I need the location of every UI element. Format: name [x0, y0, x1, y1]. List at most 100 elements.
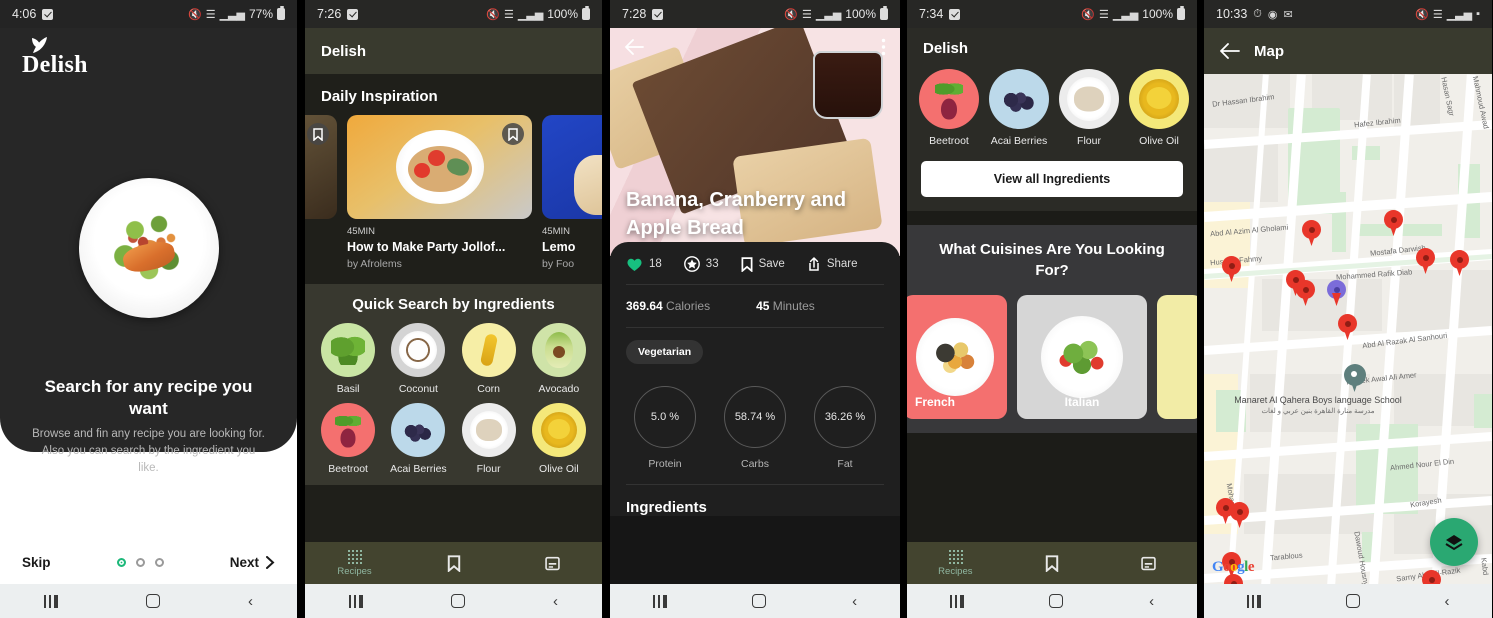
map-pin[interactable] [1338, 314, 1357, 340]
map-pin[interactable] [1222, 256, 1241, 282]
recents-icon[interactable] [652, 594, 667, 608]
nav-item-recipes[interactable]: Recipes [907, 549, 1004, 577]
onboarding-title: Search for any recipe you want [44, 377, 253, 418]
page-dot-1[interactable] [116, 558, 126, 567]
recipe-card[interactable]: 45MIN o Hu... [305, 115, 337, 270]
recents-icon[interactable] [349, 594, 363, 608]
like-button[interactable]: 18 [626, 257, 662, 272]
macro-ring: 5.0 % [634, 386, 696, 448]
ingredient-item-flour[interactable]: Flour [454, 403, 524, 475]
nav-label-recipes: Recipes [938, 566, 973, 577]
home-icon[interactable] [146, 594, 160, 608]
map-pin[interactable] [1422, 570, 1441, 584]
ingredient-item-corn[interactable]: Corn [454, 323, 524, 395]
nav-item-saved[interactable] [1004, 554, 1101, 572]
battery-percent: 100% [547, 7, 578, 21]
nav-item-saved[interactable] [404, 554, 503, 572]
cuisine-card-french[interactable]: French [907, 295, 1007, 419]
ingredient-strip[interactable]: Beetroot Acai Berries Flour Olive Oil [907, 65, 1197, 147]
back-icon[interactable]: ‹ [1445, 593, 1450, 610]
nav-item-planner[interactable] [503, 555, 602, 571]
nav-item-planner[interactable] [1100, 555, 1197, 571]
recipe-scroll[interactable]: Banana, Cranberry and Apple Bread 18 33 … [610, 28, 900, 584]
cuisines-title: What Cuisines Are You Looking For? [939, 241, 1165, 279]
map-pin[interactable] [1302, 220, 1321, 246]
map-canvas[interactable]: Dr Hassan Ibrahim Hafez Ibrahim Hasan Sa… [1204, 74, 1492, 584]
overflow-menu-icon[interactable] [881, 38, 886, 56]
share-button[interactable]: Share [807, 256, 858, 272]
cuisine-card-next[interactable] [1157, 295, 1197, 419]
back-icon[interactable]: ‹ [1149, 593, 1154, 610]
recents-icon[interactable] [44, 594, 58, 608]
home-icon[interactable] [1049, 594, 1064, 608]
ingredient-item-avocado[interactable]: Avocado [524, 323, 594, 395]
onboarding-body: Delish Search for any recipe you want Br… [0, 28, 297, 584]
recipe-card[interactable]: 45MIN How to Make Party Jollof... by Afr… [347, 115, 532, 270]
ingredient-item-coconut[interactable]: Coconut [383, 323, 453, 395]
map-pin-poi[interactable] [1344, 364, 1366, 394]
ingredient-label: Olive Oil [1139, 135, 1179, 147]
map-pin[interactable] [1296, 280, 1315, 306]
bottom-nav[interactable]: Recipes [907, 542, 1197, 584]
time-unit: Minutes [772, 299, 815, 313]
wifi-icon: ☰ [802, 8, 812, 21]
recipe-card[interactable]: 45MIN Lemo by Foo [542, 115, 602, 270]
back-arrow-icon[interactable] [1220, 43, 1240, 59]
ingredient-label: Beetroot [929, 135, 969, 147]
save-button[interactable]: Save [741, 256, 785, 272]
home-icon[interactable] [752, 594, 767, 608]
status-bar: 7:34 🔇 ☰ ▁▃▅ 100% [907, 0, 1197, 28]
ingredient-item-acai-berries[interactable]: Acai Berries [989, 69, 1049, 147]
recipe-hero-image: Banana, Cranberry and Apple Bread [610, 28, 900, 256]
skip-button[interactable]: Skip [22, 555, 51, 570]
battery-icon [1177, 6, 1185, 20]
ingredient-item-acai-berries[interactable]: Acai Berries [383, 403, 453, 475]
nav-item-recipes[interactable]: Recipes [305, 549, 404, 577]
back-icon[interactable]: ‹ [852, 593, 857, 610]
ingredient-item-beetroot[interactable]: Beetroot [313, 403, 383, 475]
home-icon[interactable] [1345, 594, 1360, 608]
cuisine-card-italian[interactable]: Italian [1017, 295, 1147, 419]
screenshot-strip: 4:06 🔇 ☰ ▁▃▅ 77% Delish Search for any r… [0, 0, 1493, 618]
bookmark-icon[interactable] [502, 123, 524, 145]
ingredient-grid[interactable]: Basil Coconut Corn Avocado Beetroot Acai… [305, 323, 602, 475]
ingredient-item-basil[interactable]: Basil [313, 323, 383, 395]
page-dot-2[interactable] [135, 558, 145, 567]
home-icon[interactable] [451, 594, 465, 608]
next-button[interactable]: Next [230, 555, 275, 570]
back-icon[interactable]: ‹ [248, 593, 253, 610]
recipe-author: by Afrolems [347, 258, 402, 270]
map-pin-selected[interactable] [1327, 280, 1346, 306]
rating-button[interactable]: 33 [683, 256, 719, 272]
recents-icon[interactable] [1246, 594, 1261, 608]
recipe-title: How to Make Party Jollof... [347, 240, 506, 254]
macro-carbs: 58.74 % Carbs [724, 386, 786, 470]
map-pin[interactable] [1384, 210, 1403, 236]
ingredient-section: Delish Beetroot Acai Berries Flour Olive… [907, 28, 1197, 211]
cuisine-carousel[interactable]: French Italian [907, 295, 1197, 433]
discover-scroll[interactable]: Delish Beetroot Acai Berries Flour Olive… [907, 28, 1197, 542]
ingredient-image [1129, 69, 1189, 129]
page-dot-3[interactable] [154, 558, 164, 567]
ingredient-item-olive-oil[interactable]: Olive Oil [1129, 69, 1189, 147]
back-arrow-icon[interactable] [624, 39, 644, 55]
ingredient-item-olive-oil[interactable]: Olive Oil [524, 403, 594, 475]
bookmark-icon[interactable] [307, 123, 329, 145]
view-all-ingredients-button[interactable]: View all Ingredients [921, 161, 1183, 197]
map-pin[interactable] [1230, 502, 1249, 528]
phone-map: 10:33 ⏱ ◉ ✉ 🔇 ☰ ▁▃▅ ▪ Map Dr Hassan Ibra… [1204, 0, 1492, 618]
map-pin[interactable] [1450, 250, 1469, 276]
ingredient-image [391, 323, 446, 377]
tag-vegetarian[interactable]: Vegetarian [626, 340, 704, 364]
map-pin[interactable] [1416, 248, 1435, 274]
ingredient-label: Flour [1077, 135, 1101, 147]
home-content[interactable]: Daily Inspiration 45MIN o Hu... [305, 74, 602, 542]
ingredient-item-beetroot[interactable]: Beetroot [919, 69, 979, 147]
back-icon[interactable]: ‹ [553, 593, 558, 610]
bottom-nav[interactable]: Recipes [305, 542, 602, 584]
ingredient-item-flour[interactable]: Flour [1059, 69, 1119, 147]
recipe-actions[interactable]: 18 33 Save Share [610, 242, 900, 284]
recipe-carousel[interactable]: 45MIN o Hu... 45MIN [305, 115, 602, 270]
map-layers-fab[interactable] [1430, 518, 1478, 566]
recents-icon[interactable] [949, 594, 964, 608]
